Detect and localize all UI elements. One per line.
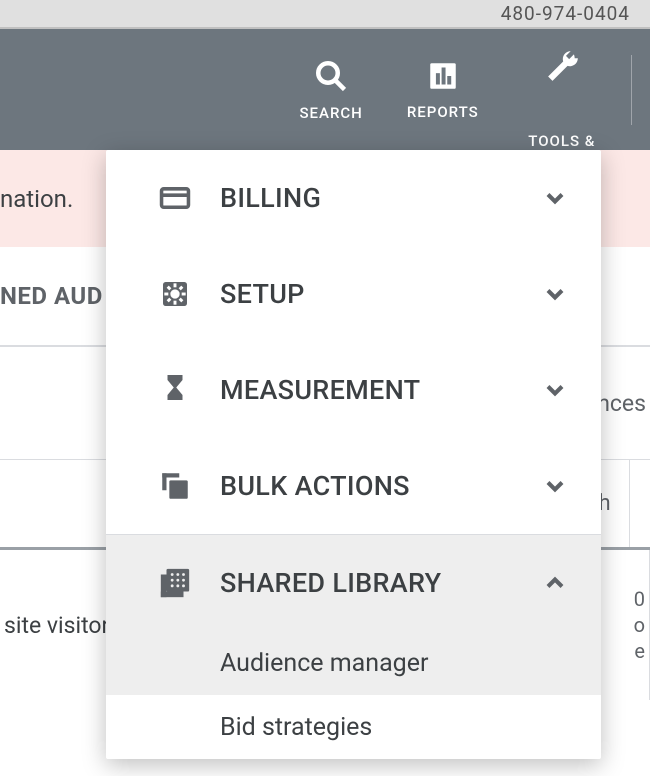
menu-group-shared-library[interactable]: SHARED LIBRARY — [106, 535, 601, 631]
hourglass-icon — [156, 372, 194, 408]
chevron-down-icon — [541, 184, 569, 212]
submenu-audience-manager[interactable]: Audience manager — [106, 631, 601, 695]
menu-group-setup[interactable]: SETUP — [106, 246, 601, 342]
library-icon — [156, 566, 194, 600]
reports-nav[interactable]: REPORTS — [385, 29, 501, 150]
submenu-bid-strategies[interactable]: Bid strategies — [106, 695, 601, 759]
search-label: SEARCH — [299, 104, 362, 122]
menu-group-measurement[interactable]: MEASUREMENT — [106, 342, 601, 438]
app-header: SEARCH REPORTS TOOLS &SETTINGS — [0, 29, 650, 150]
search-icon — [313, 58, 349, 94]
menu-label: SETUP — [220, 278, 541, 310]
chevron-down-icon — [541, 472, 569, 500]
tools-settings-nav[interactable]: TOOLS &SETTINGS — [501, 29, 623, 150]
menu-label: BULK ACTIONS — [220, 470, 541, 502]
row-text-fragment: site visitor — [4, 612, 109, 639]
tools-settings-menu: BILLING SETUP — [106, 150, 601, 759]
wrench-icon — [543, 12, 581, 122]
cell-val-2: o — [634, 612, 645, 638]
header-divider — [631, 55, 632, 125]
menu-group-bulk-actions[interactable]: BULK ACTIONS — [106, 438, 601, 534]
submenu-label: Audience manager — [220, 649, 428, 678]
gear-icon — [156, 278, 194, 310]
submenu-label: Bid strategies — [220, 713, 372, 742]
chevron-up-icon — [541, 569, 569, 597]
tab-fragment[interactable]: NED AUD — [0, 282, 103, 310]
content-text-fragment: nces — [597, 390, 646, 417]
menu-label: MEASUREMENT — [220, 374, 541, 406]
chevron-down-icon — [541, 280, 569, 308]
chevron-down-icon — [541, 376, 569, 404]
copy-stack-icon — [156, 469, 194, 503]
billing-icon — [156, 181, 194, 215]
notification-text-fragment: nation. — [0, 185, 73, 213]
cell-val-3: e — [634, 638, 645, 664]
reports-icon — [426, 59, 460, 93]
menu-label: BILLING — [220, 182, 541, 214]
menu-group-billing[interactable]: BILLING — [106, 150, 601, 246]
menu-label: SHARED LIBRARY — [220, 567, 541, 599]
reports-label: REPORTS — [407, 103, 479, 121]
search-nav[interactable]: SEARCH — [277, 29, 384, 150]
cell-val-1: 0 — [634, 586, 645, 612]
